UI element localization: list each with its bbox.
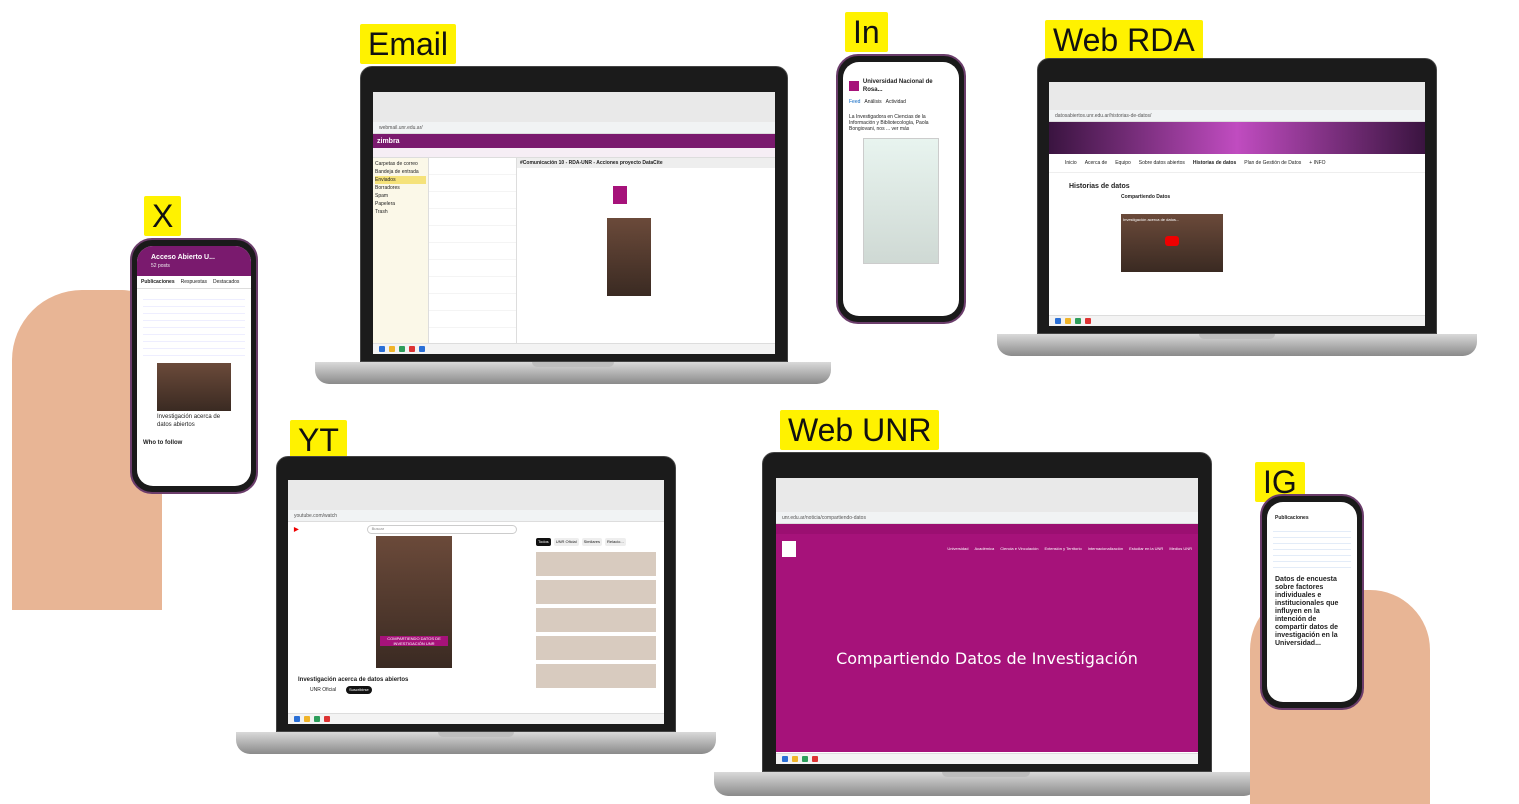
rda-nav-item[interactable]: + INFO <box>1309 159 1325 167</box>
email-folder-list: Carpetas de correo Bandeja de entrada En… <box>373 158 429 348</box>
email-subject: #Comunicación 10 - RDA-UNR - Acciones pr… <box>517 158 775 168</box>
x-tab[interactable]: Destacados <box>213 278 239 286</box>
yt-video-title: Investigación acerca de datos abiertos <box>298 677 409 683</box>
linkedin-org-name: Universidad Nacional de Rosa... <box>862 79 933 93</box>
unr-logo <box>782 541 796 557</box>
rda-laptop: datosabiertos.unr.edu.ar/historias-de-da… <box>997 58 1477 358</box>
ig-post-body <box>1273 526 1351 572</box>
unr-nav-item[interactable]: Universidad <box>947 545 968 553</box>
unr-nav-item[interactable]: Académica <box>974 545 994 553</box>
ig-headline: Datos de encuesta sobre factores individ… <box>1275 576 1339 647</box>
yt-chip[interactable]: Similares <box>581 538 603 546</box>
rda-banner <box>1049 122 1425 154</box>
folder-item[interactable]: Borradores <box>375 184 426 192</box>
rda-nav-item[interactable]: Plan de Gestión de Datos <box>1244 159 1301 167</box>
windows-taskbar <box>1049 315 1425 326</box>
unr-logo <box>849 81 859 91</box>
unr-laptop: unr.edu.ar/noticia/compartiendo-datos Un… <box>714 452 1258 798</box>
rda-nav-item[interactable]: Acerca de <box>1085 159 1108 167</box>
email-screen: webmail.unr.edu.ar/ zimbra Carpetas de c… <box>373 92 775 354</box>
folder-item[interactable]: Bandeja de entrada <box>375 168 426 176</box>
rda-section-title: Historias de datos <box>1069 183 1130 190</box>
yt-chip[interactable]: UNR Oficial <box>553 538 579 546</box>
label-yt: YT <box>290 420 347 460</box>
x-posts-count: 52 posts <box>151 263 170 269</box>
folder-item[interactable]: Papelera <box>375 200 426 208</box>
linkedin-phone: Universidad Nacional de Rosa... Feed Aná… <box>836 54 966 324</box>
rda-nav-item[interactable]: Equipo <box>1115 159 1131 167</box>
x-header: Acceso Abierto U... <box>151 254 215 261</box>
x-post-body <box>143 293 245 359</box>
unr-nav-item[interactable]: Medios UNR <box>1169 545 1192 553</box>
rda-subsection-title: Compartiendo Datos <box>1121 194 1171 200</box>
windows-taskbar <box>288 713 664 724</box>
ig-header: Publicaciones <box>1275 515 1309 521</box>
email-message-list[interactable] <box>429 158 517 348</box>
unr-hero-title: Compartiendo Datos de Investigación <box>836 648 1138 668</box>
tab-feed[interactable]: Feed <box>849 98 860 106</box>
unr-nav-item[interactable]: Internacionalización <box>1088 545 1123 553</box>
yt-search-input[interactable]: Buscar <box>366 525 517 534</box>
unr-logo <box>613 186 627 204</box>
label-web-rda: Web RDA <box>1045 20 1203 60</box>
play-icon[interactable] <box>1165 236 1179 246</box>
label-in: In <box>845 12 888 52</box>
x-video-card[interactable] <box>157 363 231 411</box>
x-tab[interactable]: Respuestas <box>181 278 207 286</box>
rda-nav-item[interactable]: Inicio <box>1065 159 1077 167</box>
rda-nav-item[interactable]: Historias de datos <box>1193 159 1236 167</box>
label-email: Email <box>360 24 457 64</box>
email-laptop: webmail.unr.edu.ar/ zimbra Carpetas de c… <box>315 66 831 386</box>
yt-recommendations[interactable] <box>536 550 656 690</box>
folder-item[interactable]: Trash <box>375 208 426 216</box>
unr-nav-item[interactable]: Ciencia e Vinculación <box>1000 545 1038 553</box>
windows-taskbar <box>776 753 1198 764</box>
subscribe-button[interactable]: Suscribirse <box>346 686 372 694</box>
yt-chip[interactable]: Todos <box>536 538 551 546</box>
email-video-thumbnail[interactable] <box>607 218 651 296</box>
unr-nav-item[interactable]: Extensión y Territorio <box>1044 545 1081 553</box>
rda-screen: datosabiertos.unr.edu.ar/historias-de-da… <box>1049 82 1425 326</box>
windows-taskbar <box>373 343 775 354</box>
unr-screen: unr.edu.ar/noticia/compartiendo-datos Un… <box>776 478 1198 764</box>
yt-chip[interactable]: Relacio... <box>605 538 626 546</box>
x-who-to-follow: Who to follow <box>143 440 183 446</box>
tab-analisis[interactable]: Análisis <box>864 98 881 106</box>
ig-phone: Publicaciones Datos de encuesta sobre fa… <box>1260 494 1364 710</box>
x-screen: Acceso Abierto U... 52 posts Publicacion… <box>137 246 251 486</box>
ig-screen: Publicaciones Datos de encuesta sobre fa… <box>1267 502 1357 702</box>
rda-video-title: Investigación acerca de datos... <box>1123 217 1180 222</box>
label-web-unr: Web UNR <box>780 410 940 450</box>
yt-laptop: youtube.com/watch ▶ Buscar COMPARTIENDO … <box>236 456 716 756</box>
yt-video-overlay: COMPARTIENDO DATOS DE INVESTIGACIÓN UNR <box>380 636 448 646</box>
yt-video-player[interactable]: COMPARTIENDO DATOS DE INVESTIGACIÓN UNR <box>376 536 452 668</box>
yt-screen: youtube.com/watch ▶ Buscar COMPARTIENDO … <box>288 480 664 724</box>
folder-item[interactable]: Enviados <box>375 176 426 184</box>
folder-item[interactable]: Carpetas de correo <box>375 160 426 168</box>
yt-channel: UNR Oficial <box>310 687 337 693</box>
tab-actividad[interactable]: Actividad <box>886 98 906 106</box>
unr-nav-item[interactable]: Estudiar en la UNR <box>1129 545 1163 553</box>
label-x: X <box>144 196 182 236</box>
folder-item[interactable]: Spam <box>375 192 426 200</box>
zimbra-logo: zimbra <box>377 137 400 145</box>
linkedin-post-image[interactable] <box>863 138 939 264</box>
unr-hero: Compartiendo Datos de Investigación <box>776 564 1198 752</box>
rda-video-embed[interactable]: Investigación acerca de datos... <box>1121 214 1223 272</box>
rda-nav-item[interactable]: Sobre datos abiertos <box>1139 159 1185 167</box>
x-card-title: Investigación acerca de datos abiertos <box>157 414 221 428</box>
linkedin-post-text: La Investigadora en Ciencias de la Infor… <box>849 114 929 132</box>
composite-scene: Email In Web RDA X YT Web UNR IG webmail… <box>0 0 1519 804</box>
youtube-logo: ▶ <box>294 527 299 533</box>
x-tab[interactable]: Publicaciones <box>141 278 175 286</box>
linkedin-screen: Universidad Nacional de Rosa... Feed Aná… <box>843 62 959 316</box>
